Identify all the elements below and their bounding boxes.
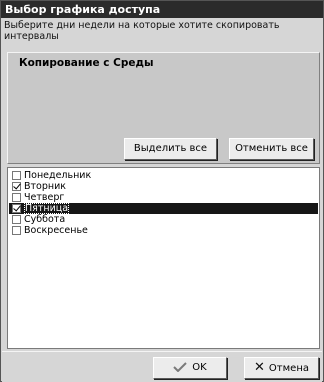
cancel-button-label: Отмена [268,363,309,374]
day-checkbox-1[interactable] [12,182,21,191]
days-listbox[interactable]: Понедельник Вторник Четверг Пятница Субб… [7,167,320,349]
day-checkbox-5[interactable] [12,226,21,235]
x-icon: ✕ [254,360,265,375]
dialog-window: Выбор графика доступа Выберите дни недел… [0,0,324,382]
copy-panel-title: Копирование с Среды [19,57,154,69]
day-label-3: Пятница [24,203,70,214]
list-item-day-0[interactable]: Понедельник [9,170,318,181]
day-checkbox-3[interactable] [12,204,21,213]
day-label-4: Суббота [24,214,66,225]
select-all-button[interactable]: Выделить все [124,138,217,160]
copy-panel: Копирование с Среды Выделить все Отменит… [7,52,320,164]
ok-button[interactable]: OK [153,357,227,379]
checkmark-icon [173,362,187,372]
ok-button-label: OK [192,362,207,373]
day-checkbox-2[interactable] [12,193,21,202]
day-label-1: Вторник [24,181,67,192]
instruction-text: Выберите дни недели на которые хотите ск… [4,20,280,42]
list-item-day-5[interactable]: Воскресенье [9,225,318,236]
list-item-day-3[interactable]: Пятница [9,203,318,214]
day-label-5: Воскресенье [24,225,88,236]
dialog-footer: OK ✕ Отмена [2,351,322,382]
day-label-0: Понедельник [24,170,92,181]
list-item-day-1[interactable]: Вторник [9,181,318,192]
list-item-day-4[interactable]: Суббота [9,214,318,225]
day-checkbox-4[interactable] [12,215,21,224]
cancel-button[interactable]: ✕ Отмена [244,357,319,379]
list-item-day-2[interactable]: Четверг [9,192,318,203]
day-label-2: Четверг [24,192,65,203]
day-checkbox-0[interactable] [12,171,21,180]
deselect-all-button[interactable]: Отменить все [229,138,314,160]
window-title: Выбор графика доступа [1,1,323,18]
